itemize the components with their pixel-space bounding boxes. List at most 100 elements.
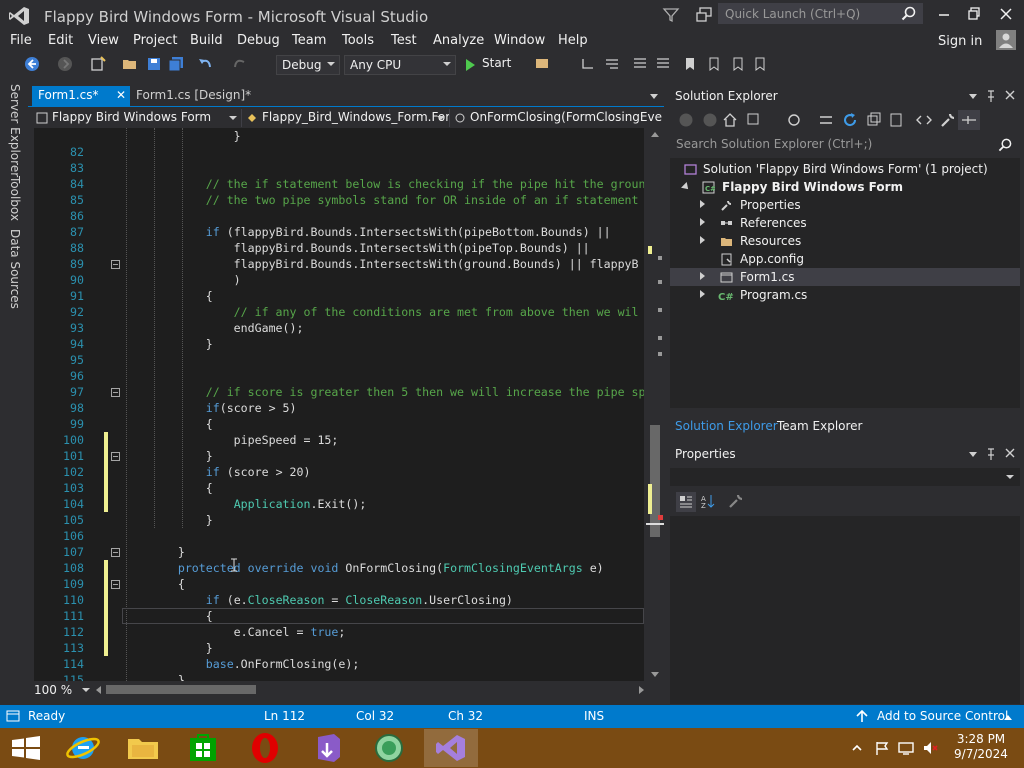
- scroll-up-icon[interactable]: [651, 132, 659, 137]
- menu-project[interactable]: Project: [133, 33, 177, 48]
- scroll-left-icon[interactable]: [96, 686, 101, 694]
- code-line[interactable]: 93 endGame();: [34, 320, 644, 336]
- search-icon[interactable]: [998, 138, 1012, 152]
- menu-test[interactable]: Test: [391, 33, 417, 48]
- outline-collapse-icon[interactable]: [111, 580, 120, 589]
- tab-form1-design[interactable]: Form1.cs [Design]*: [130, 86, 251, 106]
- back-icon[interactable]: [678, 112, 694, 128]
- quick-launch-input[interactable]: Quick Launch (Ctrl+Q): [718, 3, 923, 24]
- code-line[interactable]: 108 protected override void OnFormClosin…: [34, 560, 644, 576]
- tab-solution-explorer[interactable]: Solution Explorer: [670, 417, 783, 437]
- server-explorer-tab[interactable]: Server Explorer: [8, 84, 22, 177]
- collapsed-arrow-icon[interactable]: [700, 218, 705, 226]
- menu-tools[interactable]: Tools: [342, 33, 374, 48]
- code-line[interactable]: 114 base.OnFormClosing(e);: [34, 656, 644, 672]
- code-line[interactable]: 100 pipeSpeed = 15;: [34, 432, 644, 448]
- preview-selected-items-icon[interactable]: [958, 110, 980, 130]
- panel-window-controls-icon[interactable]: [968, 89, 1018, 103]
- visual-studio-installer-icon[interactable]: [300, 729, 354, 767]
- member-dropdown[interactable]: OnFormClosing(FormClosingEve: [450, 109, 662, 127]
- browser-link-icon[interactable]: [534, 56, 550, 72]
- properties-object-selector[interactable]: [670, 468, 1020, 486]
- toolbox-tab[interactable]: Toolbox: [8, 176, 22, 221]
- properties-wrench-icon[interactable]: [940, 112, 956, 128]
- menu-build[interactable]: Build: [190, 33, 223, 48]
- search-icon[interactable]: [901, 6, 916, 21]
- menu-team[interactable]: Team: [292, 33, 326, 48]
- new-project-icon[interactable]: [90, 56, 106, 72]
- scroll-thumb[interactable]: [106, 685, 256, 694]
- code-line[interactable]: 99 {: [34, 416, 644, 432]
- project-dropdown[interactable]: Flappy Bird Windows Form: [32, 109, 242, 127]
- menu-debug[interactable]: Debug: [237, 33, 280, 48]
- tab-overflow-icon[interactable]: [650, 94, 658, 99]
- menu-file[interactable]: File: [10, 33, 32, 48]
- code-line[interactable]: 82: [34, 144, 644, 160]
- collapsed-arrow-icon[interactable]: [700, 290, 705, 298]
- code-line[interactable]: 98 if(score > 5): [34, 400, 644, 416]
- file-explorer-icon[interactable]: [116, 729, 170, 767]
- step-into-icon[interactable]: [580, 56, 596, 72]
- collapsed-arrow-icon[interactable]: [700, 236, 705, 244]
- bookmark-icon[interactable]: [682, 56, 698, 72]
- code-line[interactable]: 97 // if score is greater then 5 then we…: [34, 384, 644, 400]
- windows-store-icon[interactable]: [176, 729, 230, 767]
- panel-window-controls-icon[interactable]: [968, 447, 1018, 461]
- code-line[interactable]: 115 }: [34, 672, 644, 681]
- code-line[interactable]: 88 flappyBird.Bounds.IntersectsWith(pipe…: [34, 240, 644, 256]
- system-clock[interactable]: 3:28 PM 9/7/2024: [950, 732, 1012, 762]
- code-line[interactable]: 87 if (flappyBird.Bounds.IntersectsWith(…: [34, 224, 644, 240]
- chevron-down-icon[interactable]: [82, 688, 90, 692]
- scroll-right-icon[interactable]: [639, 686, 644, 694]
- code-line[interactable]: 91 {: [34, 288, 644, 304]
- categorized-icon[interactable]: [676, 492, 696, 512]
- solution-configuration-dropdown[interactable]: Debug: [276, 55, 340, 75]
- step-over-icon[interactable]: [604, 56, 620, 72]
- code-editor[interactable]: } 82 83 84 // the if statement below is che…: [34, 128, 644, 681]
- code-line[interactable]: 107 }: [34, 544, 644, 560]
- minimize-button[interactable]: [932, 4, 956, 24]
- code-line[interactable]: }: [34, 128, 644, 144]
- visual-studio-taskbar-button[interactable]: [424, 729, 478, 767]
- open-file-icon[interactable]: [122, 56, 138, 72]
- internet-explorer-icon[interactable]: [56, 729, 110, 767]
- code-line[interactable]: 86: [34, 208, 644, 224]
- code-line[interactable]: 90 ): [34, 272, 644, 288]
- scroll-thumb[interactable]: [650, 425, 660, 537]
- code-line[interactable]: 94 }: [34, 336, 644, 352]
- show-hidden-icons-icon[interactable]: [852, 740, 862, 756]
- code-line[interactable]: 105 }: [34, 512, 644, 528]
- sync-with-document-icon[interactable]: [818, 112, 834, 128]
- start-debugging-button[interactable]: Start: [462, 56, 511, 76]
- view-code-icon[interactable]: [916, 112, 932, 128]
- windows-start-icon[interactable]: [0, 729, 54, 767]
- navigate-back-icon[interactable]: [24, 56, 40, 72]
- switch-views-icon[interactable]: [746, 112, 762, 128]
- code-line[interactable]: 110 if (e.CloseReason = CloseReason.User…: [34, 592, 644, 608]
- code-line[interactable]: 111 {: [34, 608, 644, 624]
- scroll-down-icon[interactable]: [651, 672, 659, 677]
- code-line[interactable]: 95: [34, 352, 644, 368]
- menu-window[interactable]: Window: [494, 33, 545, 48]
- undo-icon[interactable]: [197, 56, 213, 72]
- zoom-level[interactable]: 100 %: [34, 683, 72, 697]
- menu-analyze[interactable]: Analyze: [433, 33, 484, 48]
- code-line[interactable]: 106: [34, 528, 644, 544]
- code-line[interactable]: 103 {: [34, 480, 644, 496]
- code-line[interactable]: 113 }: [34, 640, 644, 656]
- save-icon[interactable]: [146, 56, 162, 72]
- close-button[interactable]: [994, 4, 1018, 24]
- collapsed-arrow-icon[interactable]: [700, 272, 705, 280]
- solution-platform-dropdown[interactable]: Any CPU: [344, 55, 456, 75]
- tab-team-explorer[interactable]: Team Explorer: [772, 417, 868, 437]
- code-line[interactable]: 83: [34, 160, 644, 176]
- alphabetical-icon[interactable]: AZ: [700, 493, 716, 509]
- next-bookmark-icon[interactable]: [730, 56, 746, 72]
- uncomment-lines-icon[interactable]: [655, 56, 671, 72]
- volume-muted-icon[interactable]: [922, 740, 938, 756]
- pending-changes-filter-icon[interactable]: [786, 112, 802, 128]
- outline-collapse-icon[interactable]: [111, 260, 120, 269]
- notifications-filter-icon[interactable]: [662, 6, 680, 24]
- clear-bookmarks-icon[interactable]: [752, 56, 768, 72]
- action-center-flag-icon[interactable]: [874, 740, 890, 756]
